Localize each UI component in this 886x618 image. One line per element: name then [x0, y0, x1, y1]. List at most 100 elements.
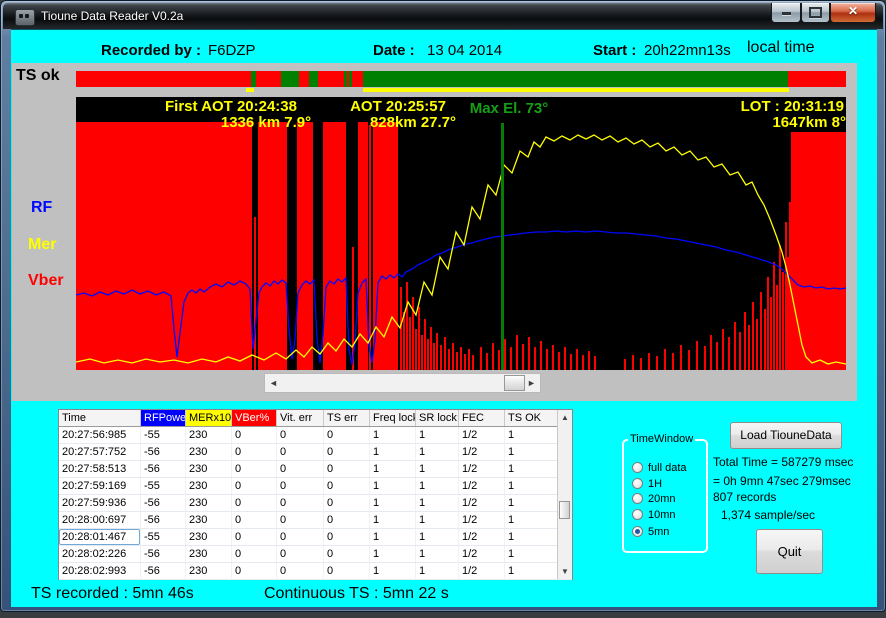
table-cell[interactable]: 1/2 [459, 512, 505, 528]
table-cell[interactable]: 0 [232, 529, 277, 545]
table-cell[interactable]: 1/2 [459, 495, 505, 511]
table-cell[interactable]: 1 [505, 563, 559, 579]
table-cell[interactable]: 230 [186, 495, 232, 511]
table-cell[interactable]: 0 [324, 427, 370, 443]
table-vertical-scrollbar[interactable]: ▲ ▼ [557, 410, 572, 579]
table-row[interactable]: 20:28:02:993-56230000111/21 [59, 563, 572, 580]
column-header-sr-lock[interactable]: SR lock [416, 410, 459, 426]
table-cell[interactable]: 1 [505, 478, 559, 494]
column-header-vber-[interactable]: VBer% [232, 410, 277, 426]
table-cell[interactable]: -56 [141, 495, 186, 511]
table-cell[interactable]: 1 [370, 563, 416, 579]
table-cell[interactable]: 20:27:59:169 [59, 478, 141, 494]
table-cell[interactable]: 230 [186, 478, 232, 494]
table-row[interactable]: 20:27:59:936-56230000111/21 [59, 495, 572, 512]
table-cell[interactable]: 20:27:57:752 [59, 444, 141, 460]
table-cell[interactable]: 0 [277, 546, 324, 562]
radio-option-1H[interactable]: 1H [632, 477, 662, 490]
table-cell[interactable]: 1/2 [459, 444, 505, 460]
table-row[interactable]: 20:27:58:513-56230000111/21 [59, 461, 572, 478]
title-bar[interactable]: Tioune Data Reader V0.2a ✕ [3, 3, 883, 29]
radio-icon[interactable] [632, 462, 643, 473]
column-header-rfpower[interactable]: RFPower [141, 410, 186, 426]
radio-selected-icon[interactable] [632, 526, 643, 537]
radio-option-20mn[interactable]: 20mn [632, 492, 676, 505]
column-header-ts-ok[interactable]: TS OK [505, 410, 559, 426]
table-cell[interactable]: 1 [416, 461, 459, 477]
table-cell[interactable]: 0 [277, 461, 324, 477]
table-cell[interactable]: 20:28:00:697 [59, 512, 141, 528]
table-cell[interactable]: 230 [186, 444, 232, 460]
table-cell[interactable]: 1 [370, 512, 416, 528]
table-row[interactable]: 20:28:02:226-56230000111/21 [59, 546, 572, 563]
table-cell[interactable]: 0 [324, 478, 370, 494]
table-cell[interactable]: 230 [186, 427, 232, 443]
table-cell[interactable]: 0 [324, 546, 370, 562]
table-cell[interactable]: 1 [370, 478, 416, 494]
minimize-button[interactable] [771, 3, 801, 23]
table-cell[interactable]: 0 [324, 529, 370, 545]
table-cell[interactable]: 1 [370, 529, 416, 545]
chart-horizontal-scrollbar[interactable]: ◄ ► [264, 373, 541, 393]
table-cell[interactable]: 230 [186, 529, 232, 545]
table-cell[interactable]: -55 [141, 478, 186, 494]
table-cell[interactable]: -55 [141, 427, 186, 443]
quit-button[interactable]: Quit [756, 529, 823, 574]
radio-icon[interactable] [632, 493, 643, 504]
table-cell[interactable]: 20:27:58:513 [59, 461, 141, 477]
scroll-right-arrow-icon[interactable]: ► [523, 374, 540, 392]
table-cell[interactable]: 0 [324, 495, 370, 511]
table-cell[interactable]: 1/2 [459, 478, 505, 494]
table-cell[interactable]: 230 [186, 512, 232, 528]
chart-scrollbar-thumb[interactable] [504, 375, 525, 391]
table-cell[interactable]: 1/2 [459, 529, 505, 545]
table-cell[interactable]: 0 [232, 461, 277, 477]
table-cell[interactable]: 20:28:02:226 [59, 546, 141, 562]
table-cell[interactable]: 1 [416, 512, 459, 528]
radio-icon[interactable] [632, 478, 643, 489]
column-header-fec[interactable]: FEC [459, 410, 505, 426]
table-cell[interactable]: 1 [505, 427, 559, 443]
table-cell[interactable]: -55 [141, 529, 186, 545]
table-cell[interactable]: 1 [370, 495, 416, 511]
selected-cell[interactable]: 20:28:01:467 [59, 529, 141, 545]
table-row[interactable]: 20:27:59:169-55230000111/21 [59, 478, 572, 495]
table-cell[interactable]: 0 [324, 563, 370, 579]
column-header-vit-err[interactable]: Vit. err [277, 410, 324, 426]
table-cell[interactable]: -56 [141, 546, 186, 562]
table-cell[interactable]: 0 [277, 495, 324, 511]
scroll-down-arrow-icon[interactable]: ▼ [558, 564, 572, 579]
table-cell[interactable]: 1 [416, 546, 459, 562]
table-cell[interactable]: 0 [232, 512, 277, 528]
table-cell[interactable]: 230 [186, 461, 232, 477]
table-cell[interactable]: 1 [505, 444, 559, 460]
table-cell[interactable]: 1 [370, 427, 416, 443]
column-header-freq-lock[interactable]: Freq lock [370, 410, 416, 426]
radio-option-full-data[interactable]: full data [632, 461, 687, 474]
table-cell[interactable]: 0 [324, 444, 370, 460]
radio-icon[interactable] [632, 509, 643, 520]
scroll-left-arrow-icon[interactable]: ◄ [265, 374, 282, 392]
table-cell[interactable]: 0 [232, 478, 277, 494]
table-cell[interactable]: 1 [505, 461, 559, 477]
maximize-button[interactable] [801, 3, 830, 23]
table-cell[interactable]: 20:27:56:985 [59, 427, 141, 443]
table-cell[interactable]: 0 [232, 444, 277, 460]
table-cell[interactable]: 1 [416, 444, 459, 460]
table-cell[interactable]: -56 [141, 444, 186, 460]
table-cell[interactable]: 1 [416, 529, 459, 545]
table-row[interactable]: 20:28:01:467-55230000111/21 [59, 529, 572, 546]
table-cell[interactable]: 1/2 [459, 546, 505, 562]
load-tiounedata-button[interactable]: Load TiouneData [730, 422, 842, 449]
table-cell[interactable]: 1 [505, 529, 559, 545]
table-cell[interactable]: 1/2 [459, 563, 505, 579]
table-cell[interactable]: 0 [277, 512, 324, 528]
table-cell[interactable]: 0 [277, 563, 324, 579]
table-cell[interactable]: 0 [277, 444, 324, 460]
table-cell[interactable]: 1 [416, 495, 459, 511]
table-cell[interactable]: 0 [232, 563, 277, 579]
scroll-up-arrow-icon[interactable]: ▲ [558, 410, 572, 425]
table-scrollbar-thumb[interactable] [559, 501, 570, 519]
table-cell[interactable]: -56 [141, 512, 186, 528]
radio-option-5mn[interactable]: 5mn [632, 525, 669, 538]
